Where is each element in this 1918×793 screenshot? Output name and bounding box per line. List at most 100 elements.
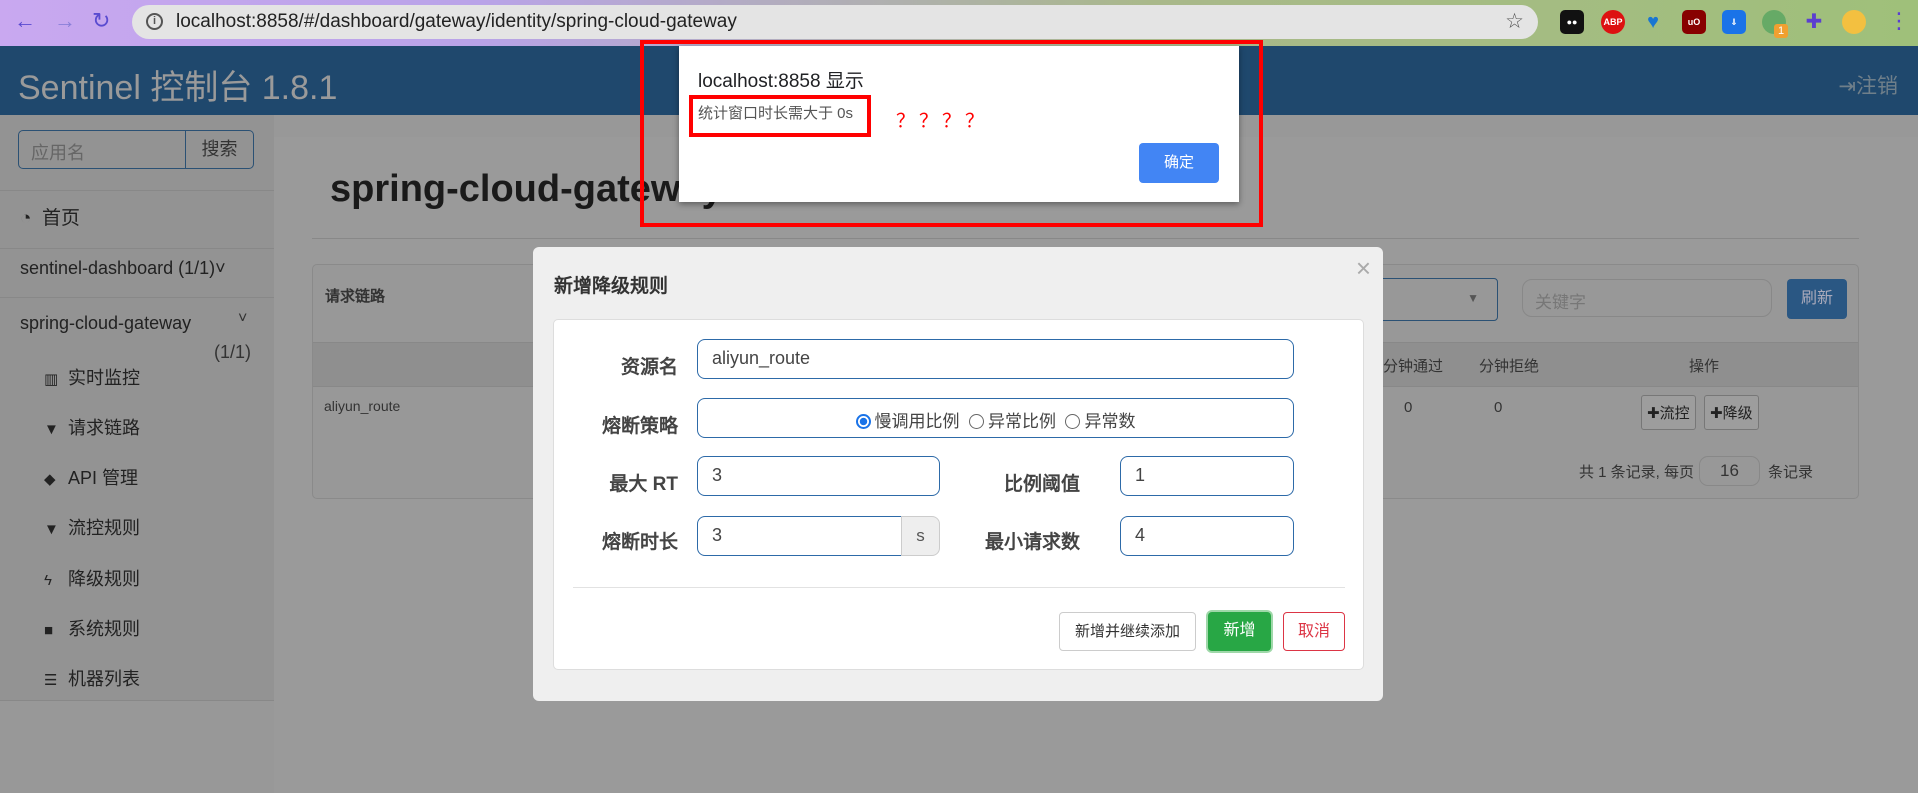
ublock-icon[interactable]: uO — [1682, 10, 1706, 34]
pagination-suffix: 条记录 — [1768, 464, 1814, 481]
close-icon[interactable]: × — [1356, 253, 1371, 284]
select-dropdown[interactable]: ▼ — [1373, 278, 1498, 321]
divider — [0, 700, 274, 701]
filter-icon: ▼ — [44, 421, 59, 438]
radio-error-count[interactable]: 异常数 — [1065, 412, 1135, 431]
item-label: 流控规则 — [68, 518, 140, 538]
sidebar-item-degrade-rules[interactable]: ϟ 降级规则 — [44, 565, 140, 591]
pagination-prefix: 共 1 条记录, 每页 — [1579, 464, 1695, 481]
keyword-input[interactable]: 关键字 — [1522, 279, 1772, 317]
ratio-label: 比例阈值 — [1003, 474, 1080, 495]
item-label: 降级规则 — [68, 569, 140, 589]
block-cell: 0 — [1494, 399, 1503, 416]
duration-input[interactable]: 3 — [697, 516, 902, 556]
item-label: 机器列表 — [68, 669, 140, 689]
add-and-continue-button[interactable]: 新增并继续添加 — [1059, 612, 1196, 651]
item-label: 请求链路 — [68, 418, 140, 438]
forward-icon[interactable]: → — [54, 8, 76, 34]
home-label: 首页 — [42, 208, 81, 229]
refresh-button[interactable]: 刷新 — [1787, 279, 1847, 319]
strategy-radio-group: 慢调用比例 异常比例 异常数 — [697, 398, 1294, 438]
sidebar-item-trace[interactable]: ▼ 请求链路 — [44, 414, 140, 440]
search-button[interactable]: 搜索 — [186, 130, 254, 169]
radio-slow-ratio[interactable]: 慢调用比例 — [855, 412, 960, 431]
flash-icon: ϟ — [44, 572, 52, 589]
ratio-input[interactable]: 1 — [1120, 456, 1294, 496]
column-header: 操作 — [1689, 358, 1720, 375]
extension-icon[interactable]: ●● — [1560, 10, 1584, 34]
sidebar-item-home[interactable]: ◔ 首页 — [20, 203, 80, 230]
divider — [312, 238, 1859, 239]
back-icon[interactable]: ← — [14, 8, 36, 34]
plus-icon: ✚ — [1710, 405, 1723, 422]
extension-icon[interactable]: ♥ — [1641, 10, 1665, 34]
card-title: 请求链路 — [325, 288, 386, 305]
add-flow-rule-button[interactable]: ✚流控 — [1641, 395, 1696, 430]
tags-icon: ◆ — [44, 471, 56, 488]
resource-label: 资源名 — [620, 357, 678, 378]
sidebar-app-sentinel-dashboard[interactable]: sentinel-dashboard (1/1)˅ — [20, 258, 226, 279]
divider — [0, 190, 274, 191]
annotation-box — [689, 95, 871, 137]
menu-icon[interactable]: ⋮ — [1888, 8, 1910, 34]
address-bar[interactable]: i localhost:8858/#/dashboard/gateway/ide… — [132, 5, 1538, 39]
resource-input[interactable]: aliyun_route — [697, 339, 1294, 379]
button-label: 降级 — [1722, 405, 1753, 422]
filter-icon: ▼ — [44, 521, 59, 538]
chevron-down-icon: ˅ — [215, 258, 226, 278]
url-text: localhost:8858/#/dashboard/gateway/ident… — [176, 11, 737, 32]
min-request-input[interactable]: 4 — [1120, 516, 1294, 556]
extension-badge: 1 — [1774, 24, 1789, 38]
dashboard-icon: ◔ — [20, 208, 32, 229]
item-label: 系统规则 — [68, 619, 140, 639]
cancel-button[interactable]: 取消 — [1283, 612, 1345, 651]
rule-form: 资源名 aliyun_route 熔断策略 慢调用比例 异常比例 异常数 最大 … — [553, 319, 1364, 670]
radio-unchecked — [1065, 414, 1081, 429]
adblock-icon[interactable]: ABP — [1601, 10, 1625, 34]
logout-label: 注销 — [1856, 75, 1898, 98]
brand-title: Sentinel 控制台 1.8.1 — [18, 69, 338, 107]
min-request-label: 最小请求数 — [984, 532, 1080, 553]
sidebar-item-system-rules[interactable]: ■ 系统规则 — [44, 615, 140, 641]
max-rt-label: 最大 RT — [609, 474, 678, 495]
reload-icon[interactable]: ↻ — [92, 8, 110, 34]
caret-down-icon: ▼ — [1467, 291, 1479, 305]
logout-link[interactable]: ⇥注销 — [1838, 70, 1898, 100]
sidebar-item-machines[interactable]: ☰ 机器列表 — [44, 665, 140, 691]
sidebar-item-flow-rules[interactable]: ▼ 流控规则 — [44, 514, 140, 540]
bar-chart-icon: ▥ — [44, 371, 59, 388]
app-search-input[interactable]: 应用名 — [18, 130, 186, 169]
page-size-input[interactable]: 16 — [1699, 456, 1760, 486]
max-rt-input[interactable]: 3 — [697, 456, 940, 496]
column-header: 分钟拒绝 — [1479, 358, 1540, 375]
sidebar-app-spring-cloud-gateway[interactable]: spring-cloud-gateway — [20, 313, 191, 334]
bookmark-star-icon[interactable]: ☆ — [1505, 9, 1524, 34]
divider — [0, 248, 274, 249]
radio-label: 慢调用比例 — [874, 412, 960, 431]
divider — [0, 297, 274, 298]
radio-label: 异常比例 — [988, 412, 1056, 431]
puzzle-icon[interactable]: ✚ — [1802, 10, 1826, 34]
app-name: sentinel-dashboard — [20, 258, 174, 278]
download-icon[interactable]: ⇓ — [1722, 10, 1746, 34]
radio-error-ratio[interactable]: 异常比例 — [969, 412, 1056, 431]
duration-unit: s — [901, 516, 940, 556]
divider — [573, 587, 1345, 588]
info-icon[interactable]: i — [146, 13, 163, 30]
strategy-label: 熔断策略 — [601, 416, 678, 437]
add-button[interactable]: 新增 — [1208, 612, 1271, 651]
chevron-down-icon[interactable]: ˅ — [238, 310, 247, 328]
add-degrade-rule-button[interactable]: ✚降级 — [1704, 395, 1759, 430]
pass-cell: 0 — [1404, 399, 1413, 416]
sign-out-icon: ⇥ — [1838, 75, 1856, 98]
radio-unchecked — [969, 414, 984, 429]
app-count: (1/1) — [214, 342, 252, 362]
sidebar-item-api[interactable]: ◆ API 管理 — [44, 464, 138, 490]
sidebar-item-realtime[interactable]: ▥ 实时监控 — [44, 364, 140, 390]
item-label: API 管理 — [68, 468, 139, 488]
button-label: 流控 — [1659, 405, 1690, 422]
lock-icon: ■ — [44, 622, 54, 639]
profile-avatar[interactable] — [1842, 10, 1866, 34]
duration-label: 熔断时长 — [601, 532, 678, 553]
item-label: 实时监控 — [68, 368, 140, 388]
